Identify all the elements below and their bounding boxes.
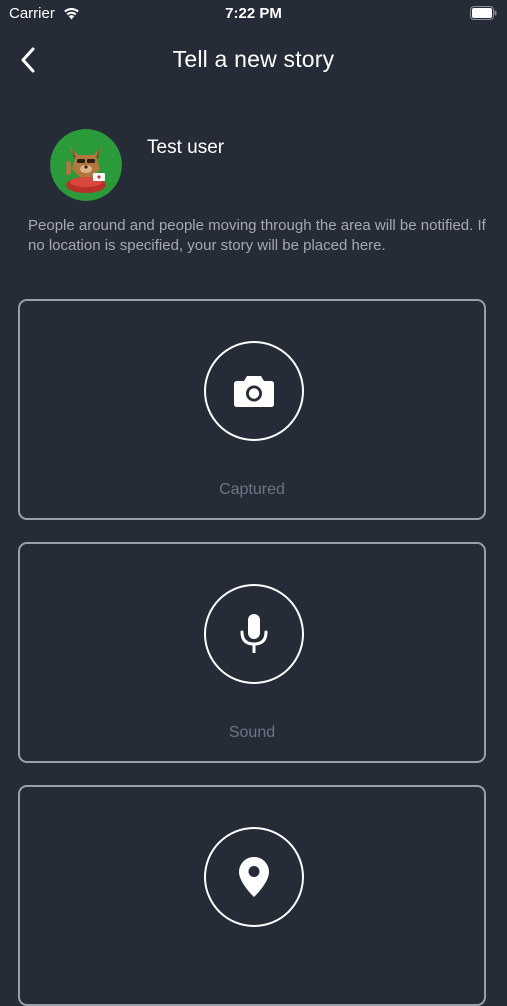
camera-icon xyxy=(234,376,274,407)
page-title: Tell a new story xyxy=(172,46,335,72)
location-card[interactable] xyxy=(18,785,486,1006)
location-pin-icon xyxy=(239,857,269,897)
microphone-icon xyxy=(240,614,268,653)
user-row: Test user xyxy=(50,129,470,203)
battery-icon xyxy=(470,6,497,20)
location-button[interactable] xyxy=(204,827,304,927)
status-time: 7:22 PM xyxy=(225,5,282,22)
navigation-bar: Tell a new story xyxy=(0,36,507,84)
sound-label: Sound xyxy=(228,724,276,741)
avatar-illustration-icon xyxy=(50,129,122,201)
status-bar: Carrier 7:22 PM xyxy=(0,0,507,30)
sound-card[interactable]: Sound xyxy=(18,542,486,763)
user-name: Test user xyxy=(147,137,225,158)
avatar[interactable] xyxy=(50,129,122,201)
camera-button[interactable] xyxy=(204,341,304,441)
location-info-text: People around and people moving through … xyxy=(28,217,486,254)
captured-card[interactable]: Captured xyxy=(18,299,486,520)
captured-label: Captured xyxy=(219,481,285,498)
microphone-button[interactable] xyxy=(204,584,304,684)
